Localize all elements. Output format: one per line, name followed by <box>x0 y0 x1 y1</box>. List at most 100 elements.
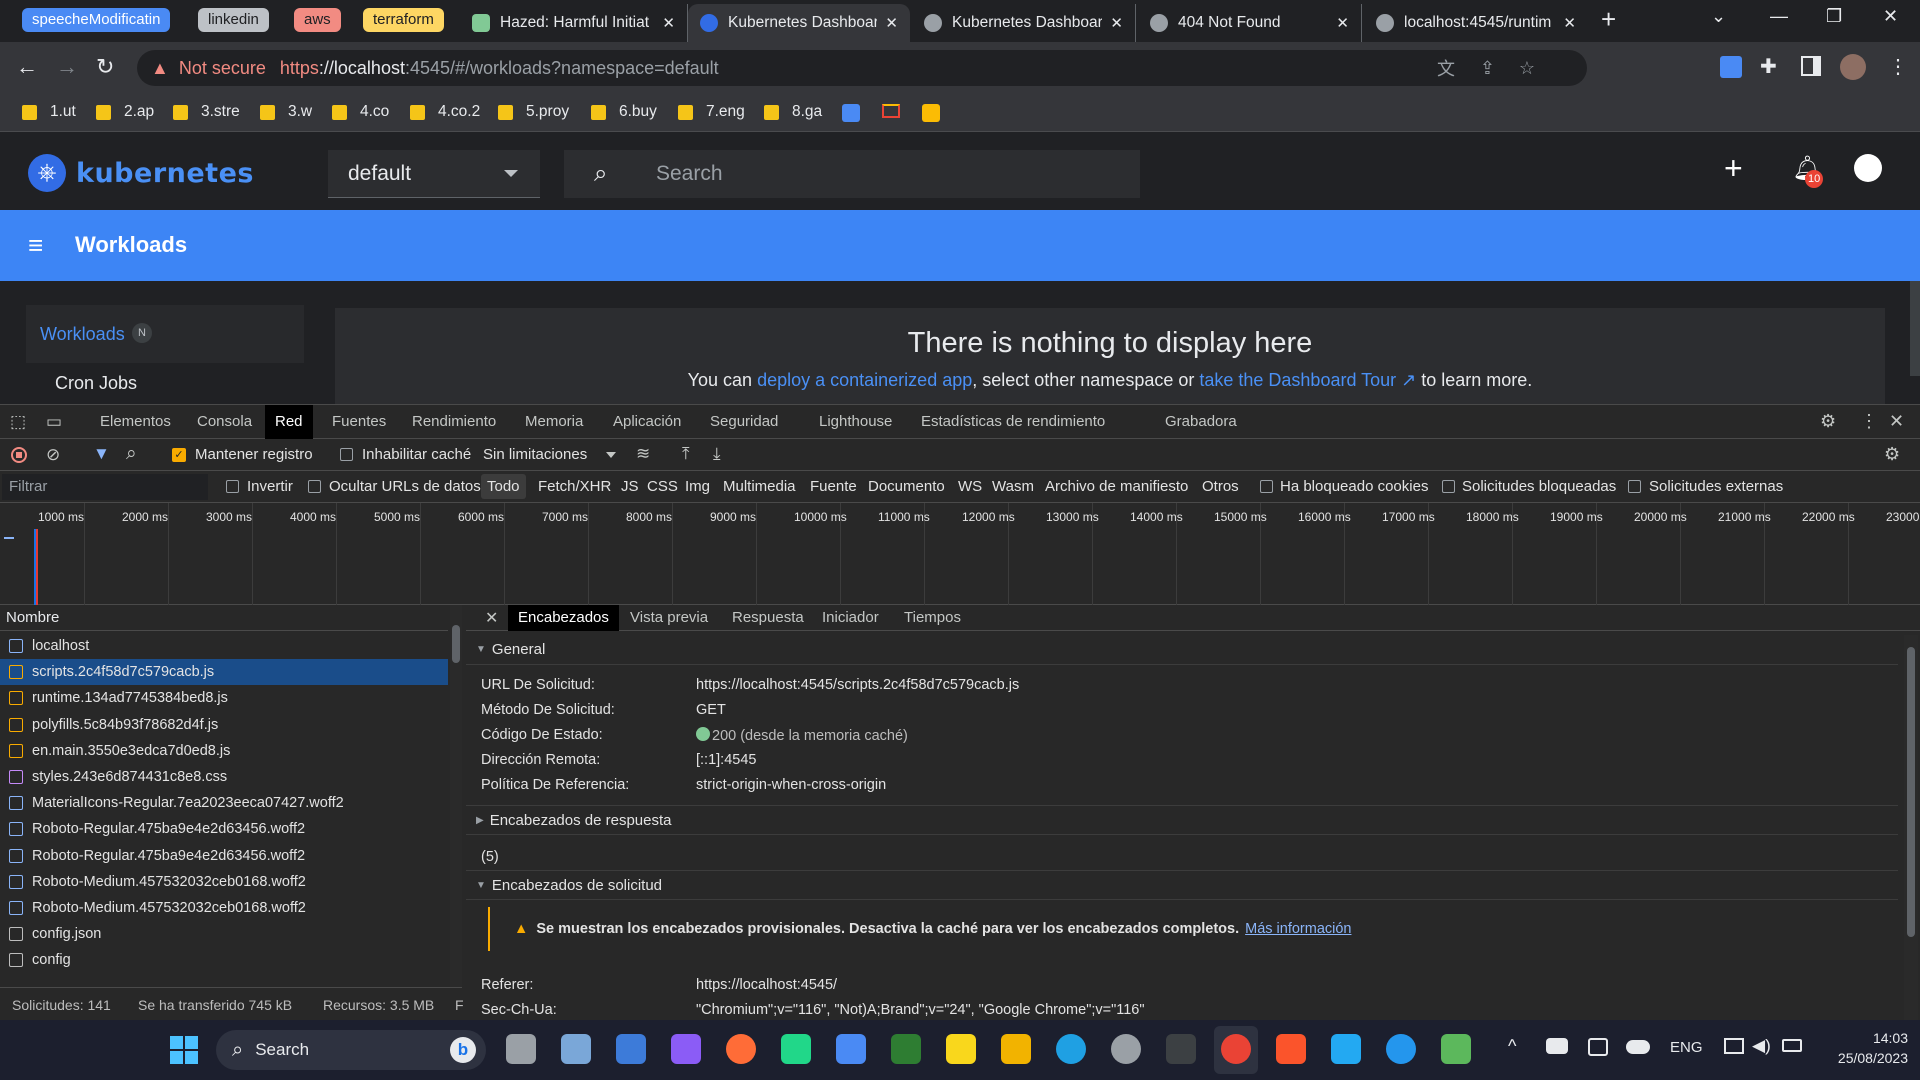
hide-data-urls-checkbox[interactable] <box>308 480 321 493</box>
close-tab-icon[interactable]: ✕ <box>1563 14 1576 32</box>
excel-icon[interactable] <box>891 1034 921 1064</box>
request-list-scrollbar[interactable] <box>450 605 462 987</box>
close-window-icon[interactable]: ✕ <box>1883 6 1898 27</box>
tab-grabadora[interactable]: Grabadora <box>1155 405 1247 439</box>
browser-tab-kubernetes[interactable]: Kubernetes Dashboar ✕ <box>912 4 1136 42</box>
page-scrollbar[interactable] <box>1910 281 1920 376</box>
type-filter-media[interactable]: Multimedia <box>723 478 796 495</box>
tab-group-speechemodificatin[interactable]: speecheModificatin <box>22 8 171 32</box>
devtools-more-icon[interactable]: ⋮ <box>1860 411 1878 432</box>
request-row[interactable]: config <box>0 947 448 973</box>
close-tab-icon[interactable]: ✕ <box>1110 14 1123 32</box>
type-filter-ws[interactable]: WS <box>958 478 982 495</box>
type-filter-other[interactable]: Otros <box>1202 478 1239 495</box>
type-filter-font[interactable]: Fuente <box>810 478 857 495</box>
bookmark-folder[interactable]: 3.w <box>260 103 312 121</box>
search-icon[interactable]: ⌕ <box>126 443 137 465</box>
throttling-select[interactable]: Sin limitaciones <box>483 446 587 463</box>
sourcetree-icon[interactable] <box>616 1034 646 1064</box>
tab-tiempos[interactable]: Tiempos <box>894 605 971 631</box>
type-filter-img[interactable]: Img <box>685 478 710 495</box>
request-row[interactable]: MaterialIcons-Regular.7ea2023eeca07427.w… <box>0 790 448 816</box>
minimize-icon[interactable]: — <box>1770 6 1788 27</box>
address-bar[interactable]: ▲ Not secure https ://localhost :4545/#/… <box>137 50 1587 86</box>
not-secure-label[interactable]: Not secure <box>179 58 266 79</box>
close-tab-icon[interactable]: ✕ <box>885 14 898 32</box>
input-language[interactable]: ENG <box>1670 1039 1703 1056</box>
close-detail-icon[interactable]: ✕ <box>485 608 498 628</box>
tab-group-linkedin[interactable]: linkedin <box>198 8 269 32</box>
forward-arrow-icon[interactable]: → <box>56 54 78 80</box>
filter-funnel-icon[interactable]: ▼ <box>93 444 110 464</box>
notepad-icon[interactable] <box>836 1034 866 1064</box>
battery-icon[interactable] <box>1782 1039 1802 1052</box>
visual-studio-icon[interactable] <box>671 1034 701 1064</box>
kubernetes-brand[interactable]: kubernetes <box>76 158 254 189</box>
tab-red[interactable]: Red <box>265 405 313 439</box>
tab-iniciador[interactable]: Iniciador <box>812 605 889 631</box>
pycharm-icon[interactable] <box>781 1034 811 1064</box>
bookmark-folder[interactable]: 6.buy <box>591 103 657 121</box>
volume-speaker-icon[interactable]: ◀) <box>1752 1036 1771 1056</box>
more-info-link[interactable]: Más información <box>1245 921 1351 937</box>
name-column-header[interactable]: Nombre <box>0 605 448 631</box>
tab-group-terraform[interactable]: terraform <box>363 8 444 32</box>
type-filter-wasm[interactable]: Wasm <box>992 478 1034 495</box>
hamburger-menu-icon[interactable]: ≡ <box>28 232 43 258</box>
postman-icon[interactable] <box>726 1034 756 1064</box>
detail-scrollbar[interactable] <box>1904 635 1918 1021</box>
sidenav-workloads-item[interactable]: Workloads N <box>26 305 304 363</box>
request-row[interactable]: polyfills.5c84b93f78682d4f.js <box>0 712 448 738</box>
chrome-icon[interactable] <box>1221 1034 1251 1064</box>
request-row[interactable]: en.main.3550e3edca7d0ed8.js <box>0 738 448 764</box>
scroll-thumb[interactable] <box>452 625 460 663</box>
type-filter-fetch[interactable]: Fetch/XHR <box>538 478 611 495</box>
create-plus-icon[interactable]: + <box>1724 150 1743 187</box>
tab-seguridad[interactable]: Seguridad <box>700 405 788 439</box>
tab-respuesta[interactable]: Respuesta <box>722 605 814 631</box>
export-har-icon[interactable]: ⤓ <box>713 444 721 464</box>
tab-search-icon[interactable]: ⌄ <box>1711 6 1726 27</box>
terminal-icon[interactable] <box>1166 1034 1196 1064</box>
vscode-icon[interactable] <box>1331 1034 1361 1064</box>
photos-icon[interactable] <box>561 1034 591 1064</box>
k8s-search-input[interactable]: ⌕ Search <box>564 150 1140 198</box>
extensions-puzzle-icon[interactable]: ✚ <box>1760 54 1777 79</box>
docker-tray-icon[interactable] <box>1546 1038 1568 1054</box>
request-row[interactable]: scripts.2c4f58d7c579cacb.js <box>0 659 448 686</box>
tab-fuentes[interactable]: Fuentes <box>322 405 396 439</box>
close-tab-icon[interactable]: ✕ <box>1336 14 1349 32</box>
request-row[interactable]: localhost <box>0 633 448 659</box>
network-settings-gear-icon[interactable]: ⚙ <box>1884 444 1900 465</box>
response-headers-section-header[interactable]: ▶ Encabezados de respuesta <box>466 805 1898 835</box>
tab-elementos[interactable]: Elementos <box>90 405 181 439</box>
bookmark-folder[interactable]: 2.ap <box>96 103 154 121</box>
sticky-notes-icon[interactable] <box>946 1034 976 1064</box>
invert-checkbox[interactable] <box>226 480 239 493</box>
record-stop-icon[interactable] <box>11 447 27 463</box>
onedrive-cloud-icon[interactable] <box>1626 1040 1650 1054</box>
reload-icon[interactable]: ↻ <box>96 54 114 80</box>
bookmark-folder[interactable]: 3.stre <box>173 103 240 121</box>
tab-lighthouse[interactable]: Lighthouse <box>809 405 902 439</box>
request-headers-section-header[interactable]: ▼ Encabezados de solicitud <box>466 870 1898 900</box>
request-row[interactable]: Roboto-Regular.475ba9e4e2d63456.woff2 <box>0 816 448 842</box>
browser-menu-icon[interactable]: ⋮ <box>1888 54 1908 79</box>
file-explorer-icon[interactable] <box>1001 1034 1031 1064</box>
third-party-checkbox[interactable] <box>1628 480 1641 493</box>
browser-tab-localhost[interactable]: localhost:4545/runtim ✕ <box>1364 4 1588 42</box>
bookmark-star-icon[interactable]: ☆ <box>1519 58 1535 79</box>
task-view-icon[interactable] <box>506 1034 536 1064</box>
translate-icon[interactable]: 文 <box>1437 55 1455 81</box>
bookmark-folder[interactable]: 1.ut <box>22 103 76 121</box>
sidenav-cronjobs[interactable]: Cron Jobs <box>55 373 137 394</box>
tab-aplicacion[interactable]: Aplicación <box>603 405 691 439</box>
inspect-element-icon[interactable]: ⬚ <box>10 412 26 432</box>
remote-tray-icon[interactable] <box>1588 1038 1608 1056</box>
profile-avatar[interactable] <box>1840 54 1866 80</box>
preserve-log-checkbox[interactable]: ✓ <box>172 448 186 462</box>
tab-rendimiento[interactable]: Rendimiento <box>402 405 506 439</box>
tab-consola[interactable]: Consola <box>187 405 262 439</box>
close-tab-icon[interactable]: ✕ <box>662 14 675 32</box>
import-har-icon[interactable]: ⤒ <box>682 444 690 464</box>
